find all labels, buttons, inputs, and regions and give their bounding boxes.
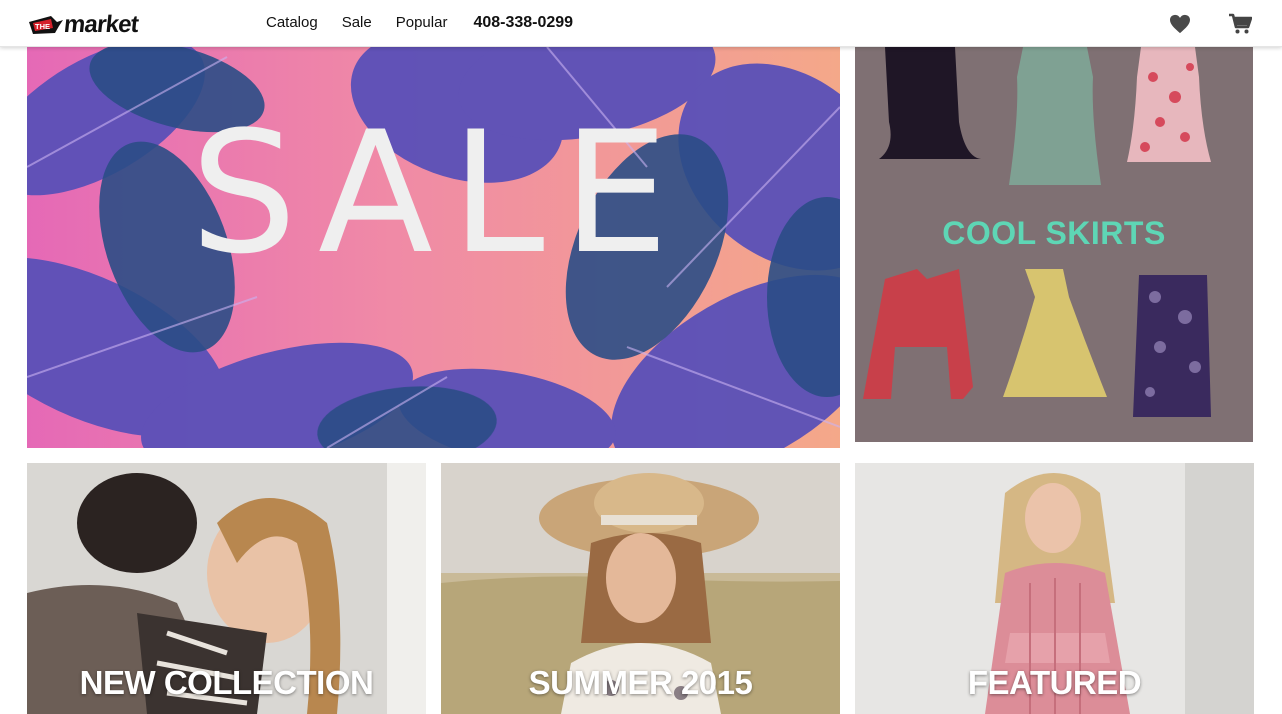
- new-collection-title: NEW COLLECTION: [79, 664, 374, 701]
- summer-2015-banner[interactable]: SUMMER 2015: [441, 463, 840, 714]
- sale-banner[interactable]: SALE: [27, 47, 840, 448]
- site-header: THE market Catalog Sale Popular 408-338-…: [0, 0, 1282, 47]
- site-logo[interactable]: THE market: [29, 10, 147, 40]
- logo-wordmark: market: [62, 11, 140, 38]
- heart-icon[interactable]: [1168, 12, 1192, 36]
- logo-tag-icon: THE: [29, 16, 63, 34]
- nav-popular-link[interactable]: Popular: [396, 14, 448, 31]
- sale-title: SALE: [190, 95, 687, 291]
- nav-sale-link[interactable]: Sale: [342, 14, 372, 31]
- nav-catalog-link[interactable]: Catalog: [266, 14, 318, 31]
- main-nav: Catalog Sale Popular 408-338-0299: [266, 14, 573, 32]
- cool-skirts-banner[interactable]: COOL SKIRTS: [855, 47, 1253, 442]
- cool-skirts-title: COOL SKIRTS: [942, 215, 1166, 251]
- featured-title: FEATURED: [967, 664, 1142, 701]
- page: THE market Catalog Sale Popular 408-338-…: [0, 0, 1282, 714]
- featured-banner[interactable]: FEATURED: [855, 463, 1254, 714]
- summer-2015-title: SUMMER 2015: [528, 664, 753, 701]
- logo-tag-text: THE: [35, 22, 50, 31]
- cart-icon[interactable]: [1228, 12, 1252, 36]
- new-collection-banner[interactable]: NEW COLLECTION: [27, 463, 426, 714]
- phone-number: 408-338-0299: [473, 14, 574, 31]
